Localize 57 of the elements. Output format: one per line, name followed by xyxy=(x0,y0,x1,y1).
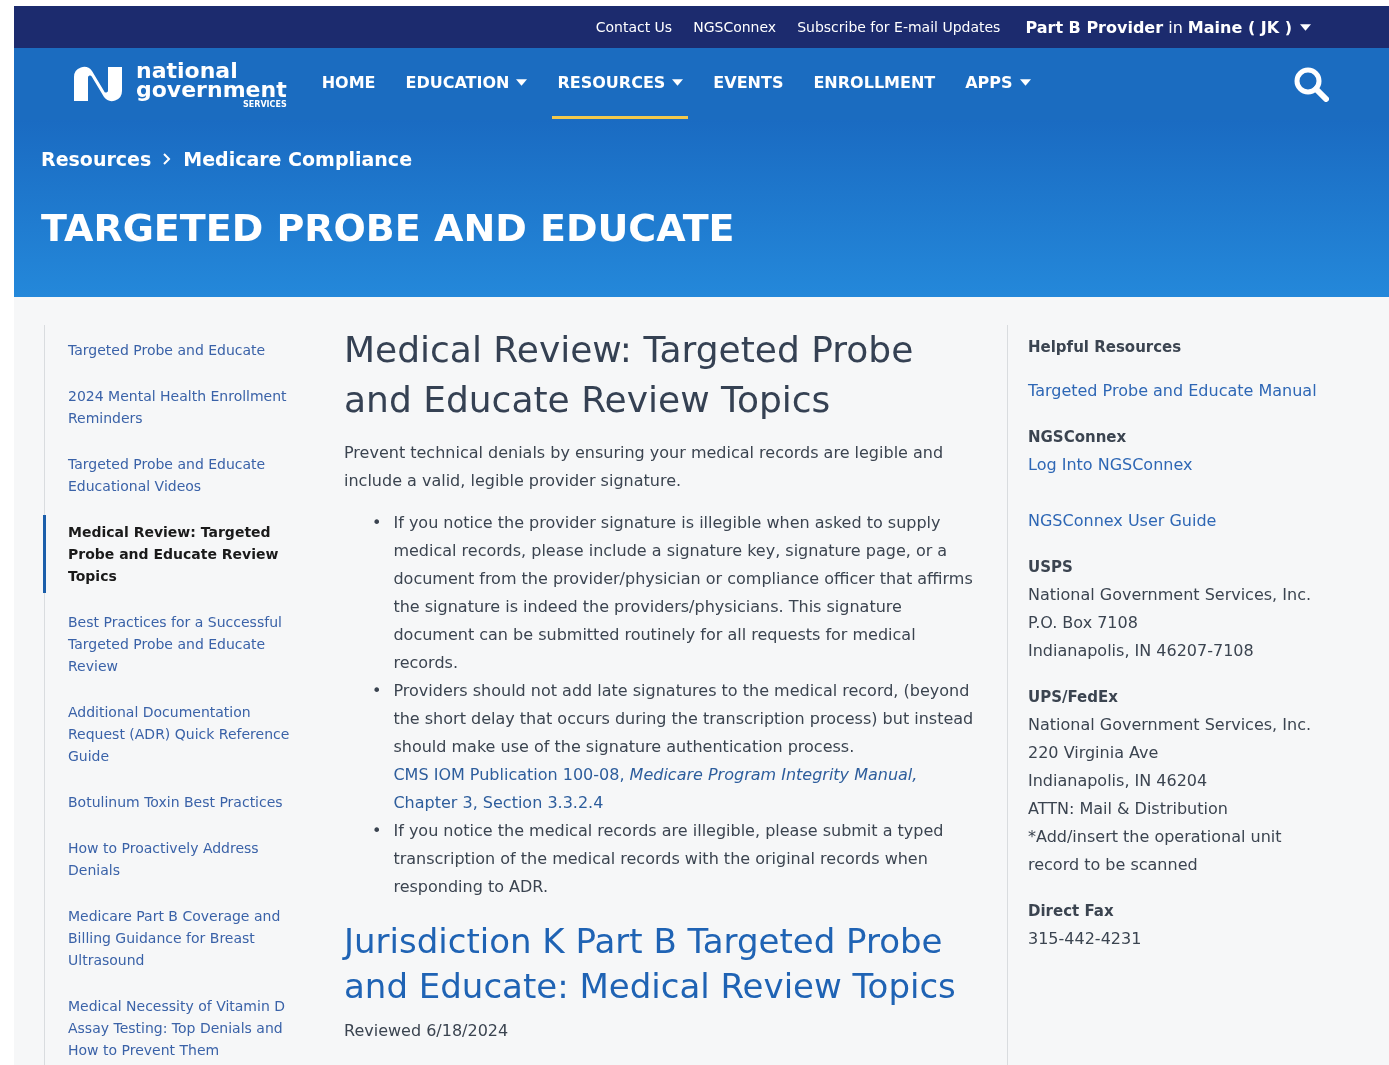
block-title: UPS/FedEx xyxy=(1028,687,1118,708)
region-selector[interactable]: Part B Provider in Maine ( JK ) xyxy=(1025,17,1311,37)
sidebar-link[interactable]: Targeted Probe and Educate xyxy=(43,339,309,361)
sidebar-link[interactable]: Additional Documentation Request (ADR) Quick Reference Guide xyxy=(43,701,309,767)
bullet-marker: • xyxy=(372,680,382,702)
address-line: Indianapolis, IN 46204 xyxy=(1028,770,1208,792)
intro-paragraph: Prevent technical denials by ensuring your medical records are legible and include a valid, legible provider signature. xyxy=(344,442,945,492)
address-line: National Government Services, Inc. xyxy=(1028,714,1311,736)
sidebar-link[interactable]: Medicare Part B Coverage and Billing Guidance for Breast Ultrasound xyxy=(43,905,309,971)
sidebar-link[interactable]: How to Proactively Address Denials xyxy=(43,837,309,881)
caret-icon xyxy=(1019,79,1031,86)
top-link[interactable]: NGSConnex xyxy=(693,19,777,35)
block-title: Direct Fax xyxy=(1028,901,1114,922)
bullet-marker: • xyxy=(372,512,382,534)
address-line: *Add/insert the operational unit record to be scanned xyxy=(1028,826,1283,876)
nav-item[interactable]: HOME xyxy=(316,49,381,119)
top-link[interactable]: Contact Us xyxy=(595,19,673,35)
bullet-text: If you notice the provider signature is illegible when asked to supply medical records, please include a signature key, signature page, or a document from the provider/physician or compliance officer that affirms the signature is indeed the providers/physicians. This signature document can be submitted routinely for all requests for medical records. xyxy=(393,513,973,672)
reviewed-date: Reviewed 6/18/2024 xyxy=(344,1021,510,1040)
bullet-marker: • xyxy=(372,820,382,842)
resource-link[interactable]: NGSConnex User Guide xyxy=(1028,507,1217,535)
address-line: P.O. Box 7108 xyxy=(1028,612,1138,634)
address-line: 220 Virginia Ave xyxy=(1028,742,1159,764)
nav-item[interactable]: EVENTS xyxy=(708,49,789,119)
breadcrumb-link[interactable]: Resources xyxy=(41,148,152,170)
block-title: NGSConnex xyxy=(1028,427,1127,448)
caret-icon xyxy=(516,79,528,86)
sidebar-link[interactable]: Botulinum Toxin Best Practices xyxy=(43,791,309,813)
article-heading: Medical Review: Targeted Probe and Educate Review Topics xyxy=(344,328,915,422)
nav-item[interactable]: APPS xyxy=(960,49,1036,119)
page-title: TARGETED PROBE AND EDUCATE xyxy=(41,206,736,250)
resource-link[interactable]: Log Into NGSConnex xyxy=(1028,451,1193,479)
chevron-icon xyxy=(163,153,172,165)
sidebar-link[interactable]: 2024 Mental Health Enrollment Reminders xyxy=(43,385,309,429)
section-heading: Jurisdiction K Part B Targeted Probe and Educate: Medical Review Topics xyxy=(344,920,957,1008)
sidebar-link[interactable]: Medical Review: Targeted Probe and Educate Review Topics xyxy=(43,515,309,593)
caret-icon xyxy=(672,79,684,86)
sidebar-link[interactable]: Medical Necessity of Vitamin D Assay Testing: Top Denials and How to Prevent Them xyxy=(43,995,309,1061)
caret-icon xyxy=(1300,23,1311,31)
search-icon[interactable] xyxy=(1293,66,1329,102)
address-line: Indianapolis, IN 46207-7108 xyxy=(1028,640,1254,662)
citation-link[interactable]: CMS IOM Publication 100-08, Medicare Program Integrity Manual, Chapter 3, Section 3.3.2.4 xyxy=(393,761,974,817)
sidebar-link[interactable]: Best Practices for a Successful Targeted Probe and Educate Review xyxy=(43,611,309,677)
bullet-text: If you notice the medical records are illegible, please submit a typed transcription of the medical records with the original records when responding to ADR. xyxy=(393,821,944,896)
nav-item[interactable]: ENROLLMENT xyxy=(808,49,941,119)
logo-text: SERVICES xyxy=(243,100,287,109)
block-title: USPS xyxy=(1028,557,1073,578)
breadcrumb-link[interactable]: Medicare Compliance xyxy=(183,148,412,170)
address-line: National Government Services, Inc. xyxy=(1028,584,1311,606)
address-line: ATTN: Mail & Distribution xyxy=(1028,798,1228,820)
aside-heading: Helpful Resources xyxy=(1028,337,1183,358)
top-link[interactable]: Subscribe for E-mail Updates xyxy=(797,19,1001,35)
resource-link[interactable]: Targeted Probe and Educate Manual xyxy=(1028,377,1317,405)
nav-item[interactable]: EDUCATION xyxy=(400,49,533,119)
address-line: 315-442-4231 xyxy=(1028,928,1142,950)
bullet-text: Providers should not add late signatures to the medical record, (beyond the short delay that occurs during the transcription process) but instead should make use of the signature authentication process. xyxy=(393,681,974,756)
sidebar-link[interactable]: Targeted Probe and Educate Educational Videos xyxy=(43,453,309,497)
